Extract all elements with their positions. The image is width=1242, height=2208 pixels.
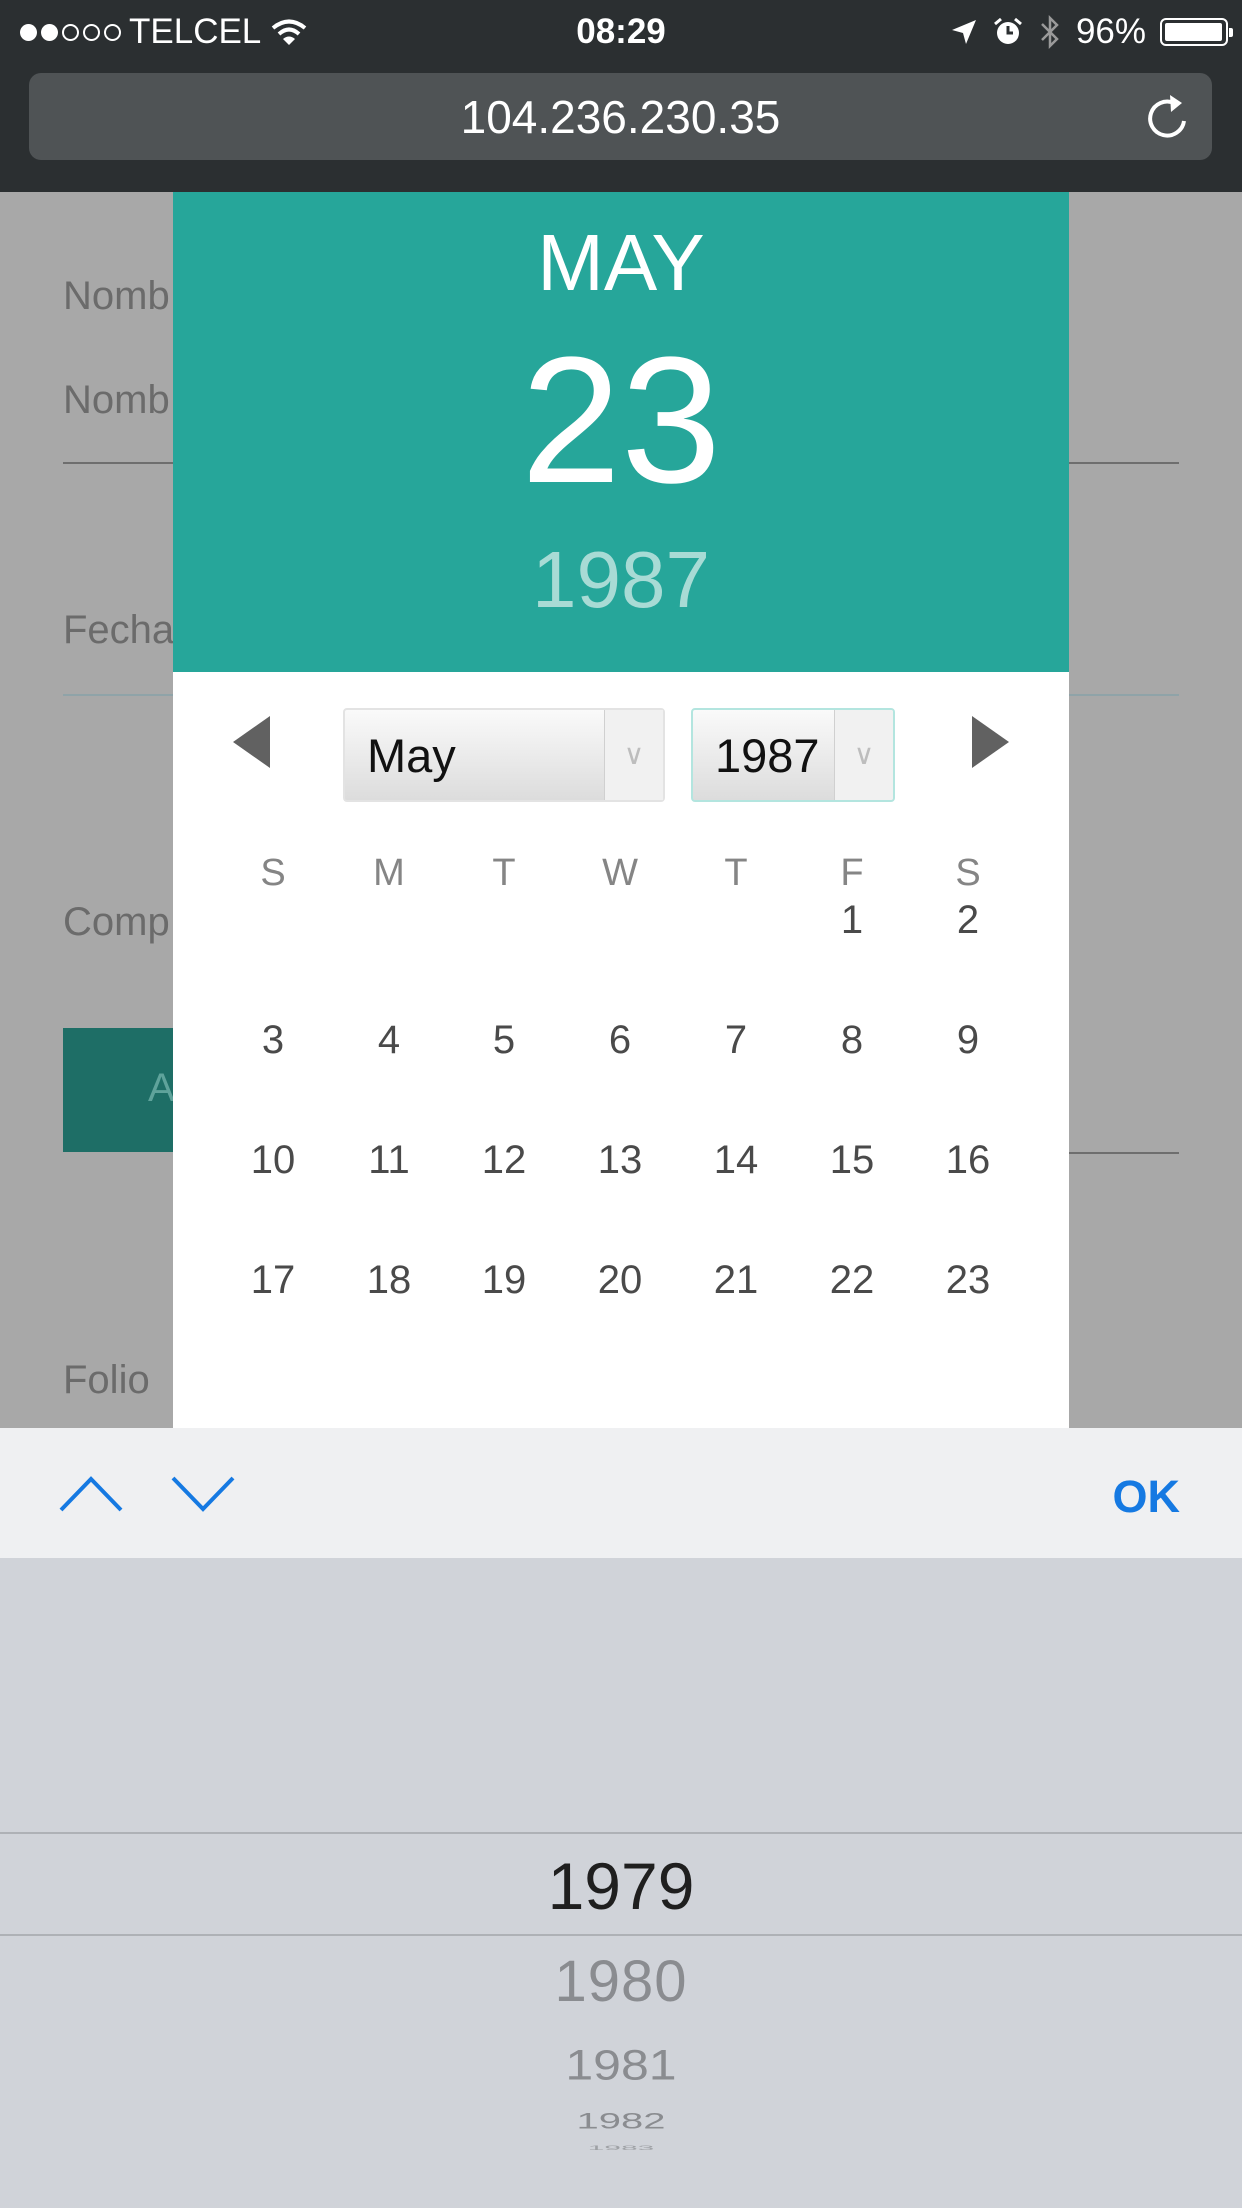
month-select-value: May (367, 729, 456, 782)
url-text: 104.236.230.35 (460, 91, 781, 143)
bluetooth-icon (1041, 14, 1059, 50)
battery-percent: 96% (1075, 12, 1146, 51)
calendar-day[interactable]: 12 (464, 1138, 544, 1183)
wheel-selected-option[interactable]: 1979 (0, 1848, 1242, 1924)
calendar-day[interactable]: 15 (812, 1138, 892, 1183)
form-input-underline (1069, 1152, 1179, 1154)
address-bar[interactable]: 104.236.230.35 (29, 73, 1212, 160)
prev-month-icon[interactable] (233, 716, 270, 768)
calendar-day[interactable]: 11 (349, 1138, 429, 1183)
weekday-label: W (602, 852, 638, 894)
calendar-day[interactable]: 23 (928, 1258, 1008, 1303)
chevron-down-icon: ∨ (604, 710, 663, 800)
chevron-down-icon: ∨ (834, 710, 893, 800)
calendar-day[interactable]: 22 (812, 1258, 892, 1303)
calendar-day[interactable]: 3 (233, 1018, 313, 1063)
year-select-value: 1987 (715, 729, 820, 782)
chevron-down-icon[interactable] (170, 1474, 236, 1514)
form-label: Folio (63, 1358, 150, 1402)
calendar-day[interactable]: 9 (928, 1018, 1008, 1063)
date-picker-header: MAY 23 1987 (173, 192, 1069, 672)
weekday-label: T (724, 852, 748, 894)
form-input-placeholder[interactable]: Nomb (63, 378, 170, 423)
form-label: Nomb (63, 274, 170, 318)
calendar-day[interactable]: 19 (464, 1258, 544, 1303)
calendar-day[interactable]: 13 (580, 1138, 660, 1183)
year-picker-wheel[interactable]: 1979 1980 1981 1982 1983 (0, 1558, 1242, 2208)
weekday-label: S (955, 852, 981, 894)
ok-button[interactable]: OK (1113, 1471, 1181, 1523)
form-label: Comp (63, 900, 170, 944)
calendar-day[interactable]: 8 (812, 1018, 892, 1063)
wheel-option[interactable]: 1982 (0, 2109, 1242, 2134)
header-month: MAY (537, 218, 705, 307)
calendar-day[interactable]: 18 (349, 1258, 429, 1303)
reload-icon[interactable] (1144, 91, 1192, 143)
weekday-label: S (260, 852, 286, 894)
weekday-label: F (840, 852, 864, 894)
month-select[interactable]: May ∨ (343, 708, 665, 802)
weekday-label: M (373, 852, 405, 894)
wheel-option[interactable]: 1983 (0, 2145, 1242, 2152)
calendar-day[interactable]: 20 (580, 1258, 660, 1303)
chevron-up-icon[interactable] (58, 1474, 124, 1514)
calendar-day[interactable]: 21 (696, 1258, 776, 1303)
calendar-day[interactable]: 1 (812, 898, 892, 943)
calendar-day[interactable]: 16 (928, 1138, 1008, 1183)
alarm-icon (993, 17, 1022, 44)
calendar-day[interactable]: 17 (233, 1258, 313, 1303)
status-bar: TELCEL 08:29 96% (0, 0, 1242, 62)
calendar-day[interactable]: 6 (580, 1018, 660, 1063)
battery-icon (1160, 18, 1233, 46)
calendar-day[interactable]: 14 (696, 1138, 776, 1183)
calendar-day[interactable]: 5 (464, 1018, 544, 1063)
year-select[interactable]: 1987 ∨ (691, 708, 895, 802)
next-month-icon[interactable] (972, 716, 1009, 768)
browser-chrome: TELCEL 08:29 96% 104.236.230.35 (0, 0, 1242, 192)
wheel-option[interactable]: 1981 (0, 2040, 1242, 2089)
keyboard-accessory-bar: OK (0, 1428, 1242, 1558)
form-label: Fecha (63, 608, 175, 652)
status-right: 96% (950, 12, 1233, 52)
date-picker-dialog: MAY 23 1987 May ∨ 1987 ∨ SMTWTFS 1234567… (173, 192, 1069, 1428)
calendar-day[interactable]: 4 (349, 1018, 429, 1063)
location-arrow-icon (951, 20, 976, 44)
calendar-day[interactable]: 2 (928, 898, 1008, 943)
weekday-label: T (492, 852, 516, 894)
calendar-day[interactable]: 10 (233, 1138, 313, 1183)
form-button-label: A (148, 1066, 175, 1110)
header-year[interactable]: 1987 (173, 534, 1069, 626)
form-button[interactable]: A (63, 1028, 183, 1152)
calendar-day[interactable]: 7 (696, 1018, 776, 1063)
wheel-option[interactable]: 1980 (0, 1948, 1242, 2015)
header-day: 23 (520, 320, 722, 521)
